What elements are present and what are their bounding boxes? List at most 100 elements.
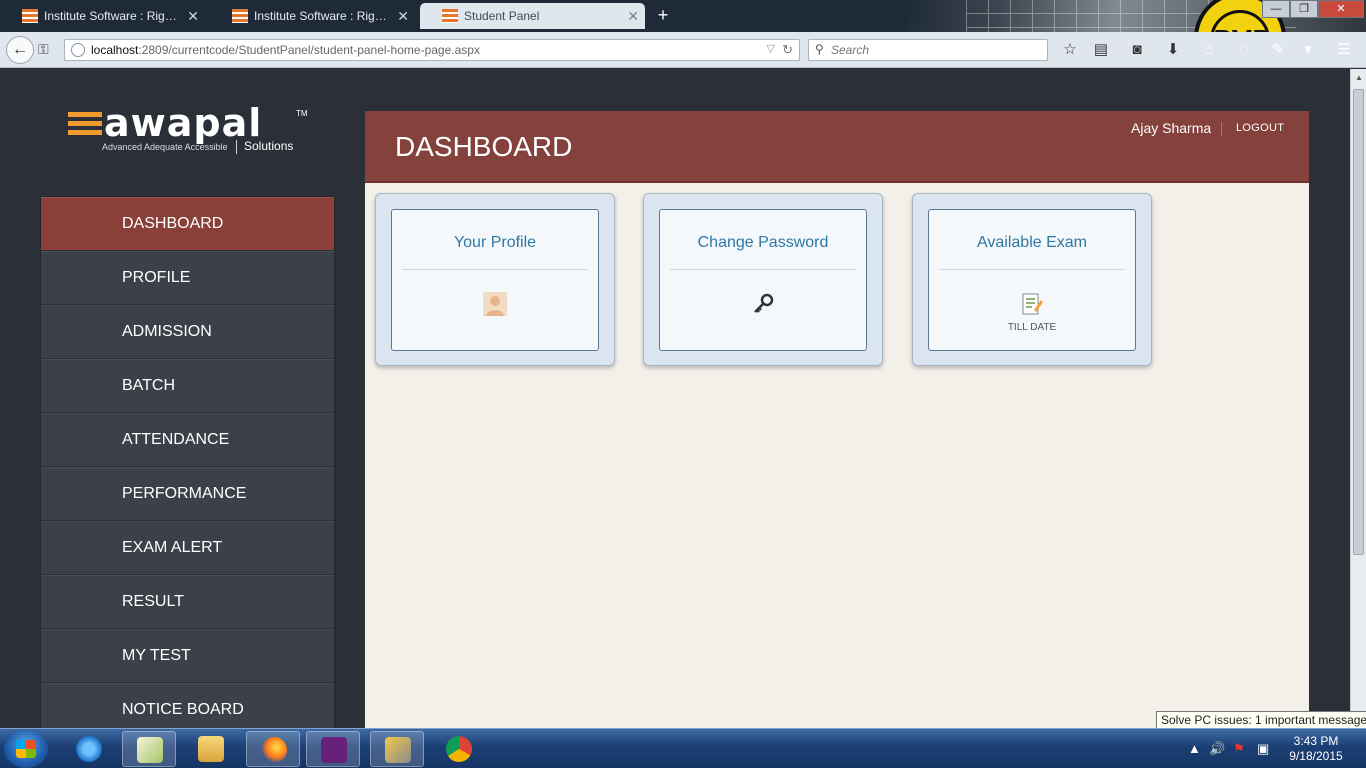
awapal-logo[interactable]: awapal TM Advanced Adequate Accessible S… (68, 101, 308, 159)
your-profile-card[interactable]: Your Profile (375, 193, 615, 366)
firefox-icon (261, 737, 287, 763)
institute-favicon-icon (22, 9, 38, 23)
action-center-flag-icon[interactable]: ⚑ (1233, 741, 1245, 757)
taskbar-firefox[interactable] (246, 731, 300, 767)
card-inner: Your Profile (391, 209, 599, 351)
windows-logo-icon (16, 740, 36, 758)
card-divider (402, 269, 588, 270)
close-tab-icon[interactable]: ✕ (627, 3, 639, 29)
card-subtitle: TILL DATE (1007, 322, 1057, 333)
card-inner: Available Exam TILL DATE (928, 209, 1136, 351)
search-icon: ⚲ (815, 42, 824, 56)
browser-tab-2[interactable]: Institute Software : Right W... ✕ (210, 3, 415, 29)
folder-icon (198, 736, 224, 762)
taskbar-visual-studio[interactable] (306, 731, 360, 767)
card-title: Your Profile (453, 234, 537, 251)
pocket-icon[interactable]: ◙ (1127, 41, 1147, 59)
minimize-window-button[interactable]: — (1262, 0, 1290, 18)
sidebar-item-batch[interactable]: BATCH (41, 359, 334, 413)
user-icon (483, 292, 507, 316)
search-bar[interactable]: ⚲ (808, 39, 1048, 61)
logo-divider (236, 140, 237, 154)
logo-stripes (68, 112, 102, 135)
browser-tab-1[interactable]: Institute Software : Right W... ✕ (0, 3, 205, 29)
close-window-button[interactable]: ✕ (1318, 0, 1364, 18)
clock-time: 3:43 PM (1293, 734, 1339, 748)
windows-taskbar: ▲ 🔊 ⚑ ▣ 3:43 PM 9/18/2015 (0, 728, 1366, 768)
back-arrow-icon[interactable]: ← (6, 36, 34, 64)
history-dropdown-icon[interactable]: ▽ (767, 42, 775, 55)
change-password-card[interactable]: Change Password (643, 193, 883, 366)
system-clock[interactable]: 3:43 PM 9/18/2015 (1276, 734, 1356, 764)
tools-icon (385, 737, 411, 763)
sidebar-item-attendance[interactable]: ATTENDANCE (41, 413, 334, 467)
bookmarks-list-icon[interactable]: ▤ (1091, 41, 1111, 59)
sidebar-item-result[interactable]: RESULT (41, 575, 334, 629)
show-hidden-icons-arrow-icon[interactable]: ▲ (1188, 741, 1201, 756)
logout-link[interactable]: LOGOUT (1236, 122, 1284, 134)
logo-wordmark: awapal (104, 101, 263, 145)
main-content: DASHBOARD Ajay Sharma LOGOUT Your Profil… (365, 111, 1309, 728)
volume-icon[interactable]: 🔊 (1209, 741, 1225, 757)
card-title: Change Password (697, 234, 829, 251)
taskbar-file-explorer[interactable] (184, 731, 238, 767)
close-tab-icon[interactable]: ✕ (187, 3, 199, 29)
maximize-window-button[interactable]: ❐ (1290, 0, 1318, 18)
sidebar-item-admission[interactable]: ADMISSION (41, 305, 334, 359)
page-viewport: awapal TM Advanced Adequate Accessible S… (0, 69, 1350, 728)
reload-icon[interactable]: ↻ (782, 42, 793, 58)
card-divider (670, 269, 856, 270)
new-tab-button[interactable]: + (652, 4, 674, 26)
exam-note-icon (1022, 293, 1043, 315)
browser-tab-title: Institute Software : Right W... (44, 9, 199, 23)
available-exam-card[interactable]: Available Exam TILL DATE (912, 193, 1152, 366)
browser-navigation-bar: ← ⚿ localhost:2809/currentcode/StudentPa… (0, 32, 1366, 68)
clock-date: 9/18/2015 (1289, 749, 1343, 763)
notepad-icon (137, 737, 163, 763)
start-button[interactable] (4, 730, 48, 768)
addon-icon[interactable]: ✎ (1268, 41, 1288, 59)
taskbar-internet-explorer[interactable] (62, 731, 116, 767)
bvb-theme-text: BVB (1210, 10, 1272, 32)
search-input[interactable] (831, 42, 1041, 58)
taskbar-tools[interactable] (370, 731, 424, 767)
site-identity-key-icon[interactable]: ⚿ (38, 41, 49, 58)
user-name: Ajay Sharma (1131, 120, 1212, 136)
sidebar-item-dashboard[interactable]: DASHBOARD (41, 197, 334, 251)
globe-icon (71, 43, 85, 57)
institute-favicon-icon (442, 9, 458, 23)
chat-icon[interactable]: ◌ (1234, 41, 1254, 59)
home-icon[interactable]: ⌂ (1199, 41, 1219, 59)
scrollbar-thumb[interactable] (1353, 89, 1364, 555)
taskbar-notepad[interactable] (122, 731, 176, 767)
scroll-up-arrow-icon[interactable]: ▲ (1351, 71, 1366, 85)
logo-tagline: Advanced Adequate Accessible (102, 142, 228, 152)
internet-explorer-icon (76, 736, 102, 762)
download-arrow-icon[interactable]: ⬇ (1163, 41, 1183, 59)
visual-studio-icon (321, 737, 347, 763)
taskbar-chrome[interactable] (432, 731, 486, 767)
url-text: localhost:2809/currentcode/StudentPanel/… (91, 43, 480, 57)
page-scrollbar[interactable]: ▲ ▼ (1350, 69, 1366, 728)
browser-tab-strip: BVB Institute Software : Right W... ✕ In… (0, 0, 1366, 32)
bookmark-star-icon[interactable]: ☆ (1060, 41, 1080, 59)
hamburger-menu-icon[interactable]: ☰ (1334, 41, 1354, 59)
dropdown-arrow-icon[interactable]: ▾ (1298, 41, 1318, 59)
card-title: Available Exam (977, 234, 1087, 251)
sidebar-item-my-test[interactable]: MY TEST (41, 629, 334, 683)
network-icon[interactable]: ▣ (1257, 741, 1269, 757)
url-bar[interactable]: localhost:2809/currentcode/StudentPanel/… (64, 39, 800, 61)
key-icon (754, 293, 774, 313)
browser-tab-title: Student Panel (464, 9, 540, 23)
browser-tab-3-active[interactable]: Student Panel ✕ (420, 3, 645, 29)
url-host: localhost (91, 43, 139, 57)
sidebar-item-exam-alert[interactable]: EXAM ALERT (41, 521, 334, 575)
browser-tab-title: Institute Software : Right W... (254, 9, 409, 23)
sidebar-item-profile[interactable]: PROFILE (41, 251, 334, 305)
chrome-icon (446, 736, 472, 762)
sidebar-item-notice-board[interactable]: NOTICE BOARD (41, 683, 334, 728)
sidebar-item-performance[interactable]: PERFORMANCE (41, 467, 334, 521)
logo-solutions: Solutions (244, 139, 294, 153)
close-tab-icon[interactable]: ✕ (397, 3, 409, 29)
logo-trademark: TM (296, 109, 308, 118)
